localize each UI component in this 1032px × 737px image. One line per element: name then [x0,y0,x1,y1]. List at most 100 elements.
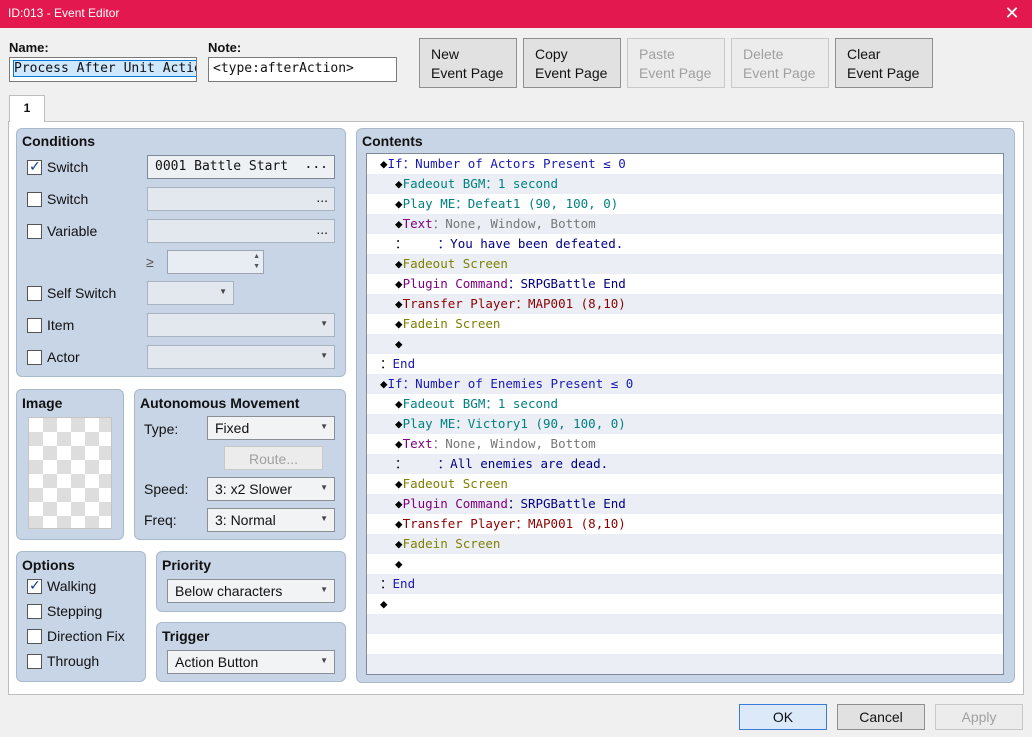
speed-label: Speed: [144,481,189,497]
command-row[interactable]: ◆Fadein Screen [367,534,1003,554]
command-row[interactable]: ◆Text：None, Window, Bottom [367,434,1003,454]
command-row[interactable]: ◆Fadeout Screen [367,254,1003,274]
command-segment: ◆ [380,396,403,411]
command-segment: End [392,576,416,591]
command-row[interactable]: ：End [367,574,1003,594]
movement-type-dropdown[interactable]: Fixed ▼ [207,416,335,440]
chevron-down-icon: ▼ [320,514,328,523]
chevron-down-icon: ▼ [320,422,328,431]
actor-label: Actor [47,349,80,365]
command-row[interactable]: ◆ [367,594,1003,614]
command-row[interactable]: ◆ [367,554,1003,574]
command-segment: ◆ [380,596,388,611]
actor-dropdown[interactable]: ▼ [147,345,335,369]
spin-down-icon[interactable]: ▼ [253,263,260,270]
window-title: ID:013 - Event Editor [8,6,120,20]
command-segment: Fadeout Screen [402,256,508,271]
command-segment: ◆ [380,376,388,391]
movement-speed-dropdown[interactable]: 3: x2 Slower ▼ [207,477,335,501]
command-row[interactable] [367,654,1003,674]
command-row[interactable]: ：End [367,354,1003,374]
greater-equal-sign: ≥ [146,254,154,270]
variable-amount-spinner[interactable]: ▲ ▼ [167,250,264,274]
command-row[interactable]: ◆Transfer Player：MAP001 (8,10) [367,514,1003,534]
paste-event-page-button[interactable]: Paste Event Page [627,38,725,88]
options-title: Options [22,557,75,573]
command-row[interactable]: ： ：All enemies are dead. [367,454,1003,474]
command-row[interactable]: ◆If：Number of Enemies Present ≤ 0 [367,374,1003,394]
command-segment: ◆ [380,416,403,431]
command-row[interactable]: ◆Play ME：Defeat1 (90, 100, 0) [367,194,1003,214]
command-row[interactable]: ◆ [367,334,1003,354]
command-row[interactable]: ◆Plugin Command：SRPGBattle End [367,274,1003,294]
through-label: Through [47,653,100,669]
event-image-preview[interactable] [28,417,112,529]
command-row[interactable]: ◆Play ME：Victory1 (90, 100, 0) [367,414,1003,434]
switch1-checkbox[interactable] [27,158,42,175]
route-button[interactable]: Route... [224,446,323,470]
actor-checkbox[interactable] [27,350,42,365]
command-segment: ： [380,456,408,471]
command-segment: ： [380,356,393,371]
command-segment: ：All enemies are dead. [407,456,609,471]
command-row[interactable]: ◆If：Number of Actors Present ≤ 0 [367,154,1003,174]
chevron-down-icon: ▼ [320,351,328,360]
priority-title: Priority [162,557,212,573]
priority-dropdown[interactable]: Below characters ▼ [167,579,335,603]
walking-checkbox[interactable] [27,577,42,594]
command-row[interactable]: ◆Fadeout BGM：1 second [367,394,1003,414]
self-switch-checkbox[interactable] [27,286,42,301]
name-input[interactable]: Process After Unit Action [9,57,197,82]
item-checkbox[interactable] [27,318,42,333]
variable-selector[interactable]: ... [147,219,335,243]
stepping-checkbox[interactable] [27,604,42,619]
command-segment: Fadein Screen [402,316,501,331]
command-segment: ：SRPGBattle End [507,276,626,291]
self-switch-dropdown[interactable]: ▼ [147,281,234,305]
ok-button[interactable]: OK [739,704,827,730]
command-segment: ◆ [380,256,403,271]
freq-label: Freq: [144,512,177,528]
switch1-selector[interactable]: 0001 Battle Start ... [147,155,335,179]
apply-button[interactable]: Apply [935,704,1023,730]
note-input[interactable]: <type:afterAction> [208,57,397,82]
command-segment: ：None, Window, Bottom [432,436,596,451]
spin-up-icon[interactable]: ▲ [253,253,260,260]
copy-event-page-button[interactable]: Copy Event Page [523,38,621,88]
movement-freq-dropdown[interactable]: 3: Normal ▼ [207,508,335,532]
switch2-checkbox[interactable] [27,192,42,207]
command-row[interactable]: ◆Transfer Player：MAP001 (8,10) [367,294,1003,314]
variable-checkbox[interactable] [27,224,42,239]
command-segment: ◆ [380,316,403,331]
trigger-dropdown[interactable]: Action Button ▼ [167,650,335,674]
autonomous-movement-title: Autonomous Movement [140,395,300,411]
command-row[interactable]: ◆Fadeout BGM：1 second [367,174,1003,194]
button-line1: Delete [743,46,784,62]
command-row[interactable] [367,614,1003,634]
command-row[interactable]: ◆Fadeout Screen [367,474,1003,494]
command-row[interactable]: ◆Text：None, Window, Bottom [367,214,1003,234]
delete-event-page-button[interactable]: Delete Event Page [731,38,829,88]
command-segment: ◆ [380,436,403,451]
command-segment: ◆ [380,336,403,351]
command-segment: Text [402,436,433,451]
switch2-selector[interactable]: ... [147,187,335,211]
command-row[interactable]: ◆Plugin Command：SRPGBattle End [367,494,1003,514]
direction-fix-checkbox[interactable] [27,629,42,644]
close-icon[interactable]: ✕ [992,0,1032,28]
button-line2: Event Page [639,65,712,81]
command-row[interactable] [367,634,1003,654]
command-segment: If [387,156,403,171]
command-row[interactable]: ： ：You have been defeated. [367,234,1003,254]
new-event-page-button[interactable]: New Event Page [419,38,517,88]
button-line1: Clear [847,46,881,62]
command-row[interactable]: ◆Fadein Screen [367,314,1003,334]
priority-value: Below characters [175,583,283,599]
through-checkbox[interactable] [27,654,42,669]
command-segment: Transfer Player：MAP001 (8,10) [402,296,626,311]
clear-event-page-button[interactable]: Clear Event Page [835,38,933,88]
event-command-list[interactable]: ◆If：Number of Actors Present ≤ 0 ◆Fadeou… [366,153,1004,675]
tab-page-1[interactable]: 1 [9,95,45,122]
cancel-button[interactable]: Cancel [837,704,925,730]
item-dropdown[interactable]: ▼ [147,313,335,337]
